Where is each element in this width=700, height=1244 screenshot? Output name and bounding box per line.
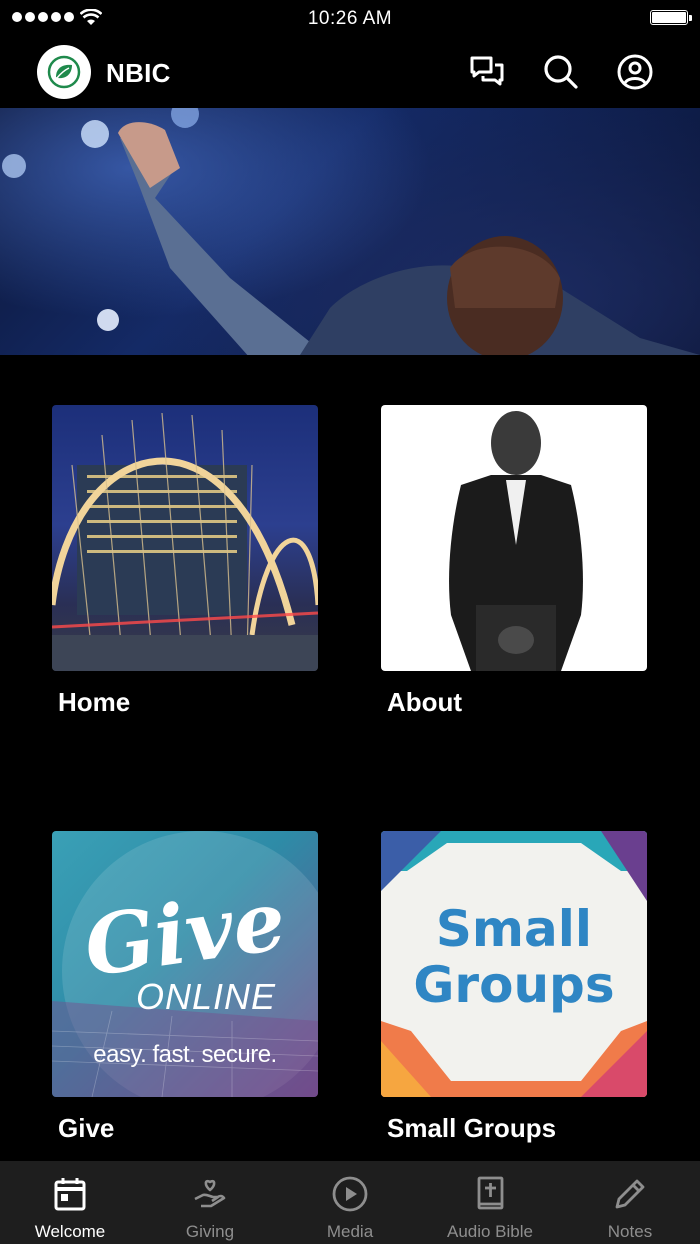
messages-button[interactable]	[467, 52, 507, 92]
tab-audio-bible-label: Audio Bible	[446, 1222, 533, 1241]
give-tile[interactable]: Give ONLINE easy. fast. secure. Give	[52, 831, 318, 1144]
tab-audio-bible[interactable]: Audio Bible	[420, 1161, 560, 1244]
give-tagline: easy. fast. secure.	[93, 1041, 277, 1068]
play-circle-icon	[332, 1176, 368, 1212]
home-tile-label: Home	[58, 687, 131, 717]
small-groups-heading: Small Groups	[381, 901, 647, 1013]
status-time: 10:26 AM	[307, 8, 393, 29]
tab-welcome[interactable]: Welcome	[0, 1161, 140, 1244]
home-tile[interactable]: Home	[52, 405, 318, 718]
tab-notes[interactable]: Notes	[560, 1161, 700, 1244]
small-groups-tile[interactable]: Small Groups Small Groups	[381, 831, 647, 1144]
small-groups-tile-label: Small Groups	[387, 1113, 557, 1143]
give-tile-label: Give	[58, 1113, 115, 1143]
bottom-tab-bar: Welcome Giving Media Audio Bible Notes	[0, 1161, 700, 1244]
search-icon	[544, 55, 578, 89]
hand-heart-icon	[194, 1179, 226, 1208]
account-circle-icon	[617, 54, 653, 90]
tab-media-label: Media	[326, 1222, 374, 1241]
app-title: NBIC	[106, 58, 171, 88]
tab-welcome-label: Welcome	[34, 1222, 106, 1241]
chat-bubbles-icon	[470, 56, 504, 86]
hero-image	[0, 108, 700, 355]
tab-giving[interactable]: Giving	[140, 1161, 280, 1244]
leaf-logo-icon[interactable]	[37, 45, 91, 99]
tab-giving-label: Giving	[185, 1222, 235, 1241]
about-tile-label: About	[387, 687, 463, 717]
app-header: NBIC	[0, 36, 700, 108]
tab-notes-label: Notes	[607, 1222, 653, 1241]
tab-media[interactable]: Media	[280, 1161, 420, 1244]
calendar-icon	[54, 1178, 86, 1211]
illuminated-arch-bridge-photo	[52, 405, 318, 671]
about-tile[interactable]: About	[381, 405, 647, 718]
give-online-graphic: Give ONLINE easy. fast. secure.	[52, 831, 318, 1097]
search-button[interactable]	[541, 52, 581, 92]
pastor-portrait-photo	[381, 405, 647, 671]
profile-button[interactable]	[615, 52, 655, 92]
bible-icon	[477, 1176, 504, 1210]
small-groups-line2: Groups	[413, 956, 615, 1014]
small-groups-line1: Small	[435, 900, 593, 958]
status-bar: 10:26 AM	[0, 0, 700, 36]
pencil-icon	[615, 1179, 645, 1209]
battery-icon	[650, 10, 692, 25]
give-online-text: ONLINE	[136, 976, 277, 1017]
small-groups-graphic: Small Groups	[381, 831, 647, 1097]
